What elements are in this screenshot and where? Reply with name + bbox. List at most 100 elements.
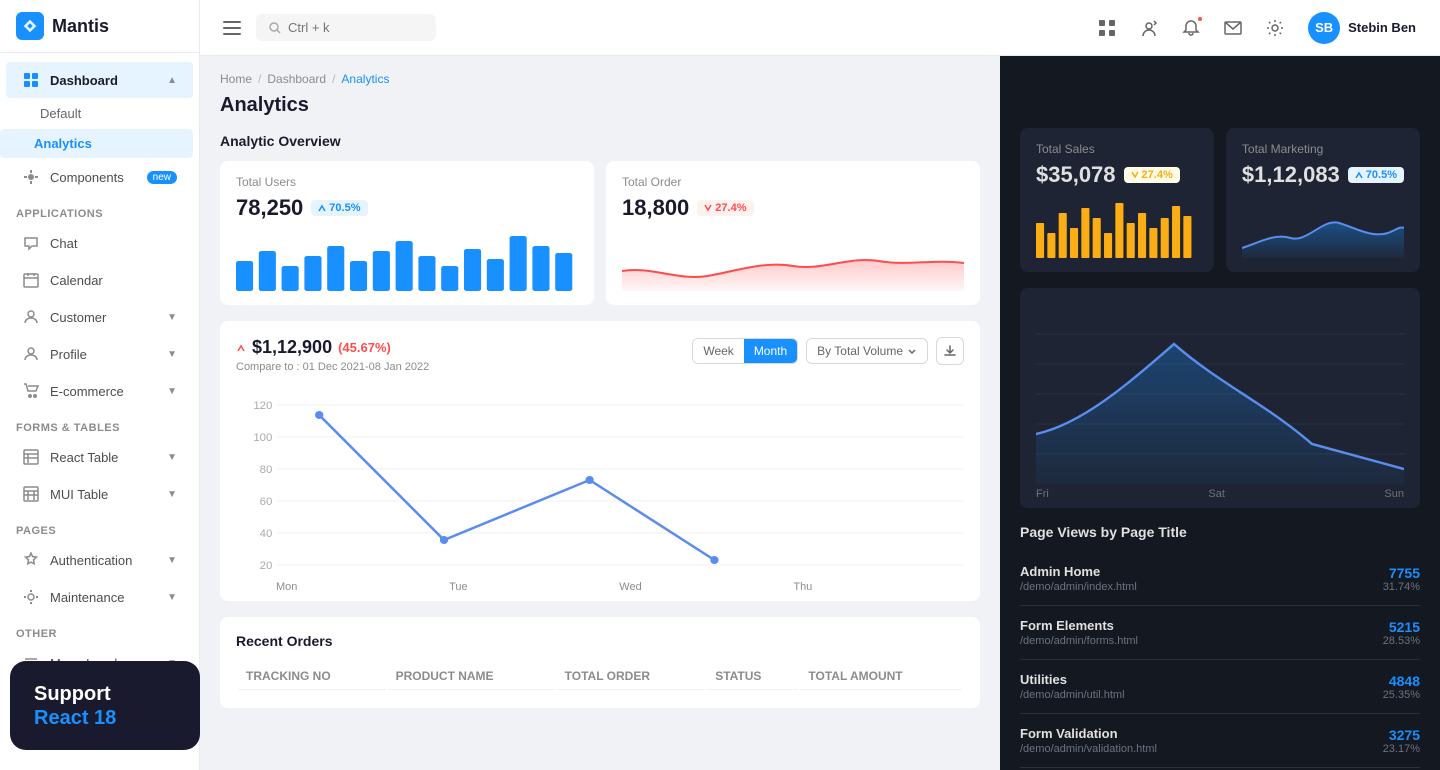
sidebar-item-maintenance[interactable]: Maintenance ▼ <box>6 579 193 615</box>
sidebar-item-profile[interactable]: Profile ▼ <box>6 336 193 372</box>
sidebar-item-chat-label: Chat <box>50 236 77 251</box>
income-info: $1,12,900 (45.67%) Compare to : 01 Dec 2… <box>236 337 429 373</box>
sidebar-item-default[interactable]: Default <box>0 99 199 128</box>
sidebar-item-analytics[interactable]: Analytics <box>0 129 193 158</box>
breadcrumb-home[interactable]: Home <box>220 72 252 86</box>
breadcrumb-sep1: / <box>258 72 261 86</box>
sales-bar-chart <box>1036 198 1198 258</box>
page-views-section: Page Views by Page Title Admin Home /dem… <box>1020 524 1420 770</box>
search-icon <box>268 21 282 35</box>
volume-dropdown[interactable]: By Total Volume <box>806 338 928 364</box>
download-button[interactable] <box>936 337 964 365</box>
menu-toggle-button[interactable] <box>216 12 248 44</box>
topbar-left <box>216 12 436 44</box>
applications-group-label: Applications <box>0 196 199 224</box>
pv-path-0: /demo/admin/index.html <box>1020 581 1383 593</box>
stat-value-row-marketing: $1,12,083 70.5% <box>1242 162 1404 188</box>
pv-title-3: Form Validation <box>1020 726 1383 741</box>
sidebar-item-dashboard-label: Dashboard <box>50 73 118 88</box>
month-btn[interactable]: Month <box>744 339 797 363</box>
pv-count-2: 4848 <box>1383 673 1420 689</box>
pv-item-2: Utilities /demo/admin/util.html 4848 25.… <box>1020 660 1420 714</box>
stat-label-order: Total Order <box>622 175 964 189</box>
week-btn[interactable]: Week <box>693 339 743 363</box>
settings-icon-btn[interactable] <box>1258 11 1292 45</box>
orders-col-tracking: TRACKING NO <box>238 663 386 690</box>
gear-icon <box>1266 19 1284 37</box>
logo-icon <box>16 12 44 40</box>
pv-title-0: Admin Home <box>1020 564 1383 579</box>
content-light: Home / Dashboard / Analytics Analytics A… <box>200 56 1000 770</box>
pv-count-3: 3275 <box>1383 727 1420 743</box>
customer-icon <box>22 308 40 326</box>
breadcrumb: Home / Dashboard / Analytics <box>220 72 980 86</box>
sidebar-item-dashboard[interactable]: Dashboard ▲ <box>6 62 193 98</box>
calendar-icon <box>22 271 40 289</box>
stat-badge-order: 27.4% <box>697 200 753 216</box>
sidebar-item-customer-label: Customer <box>50 310 106 325</box>
pv-title-1: Form Elements <box>1020 618 1383 633</box>
svg-text:60: 60 <box>260 496 273 508</box>
sidebar: Mantis Dashboard ▲ Default Analytics Com… <box>0 0 200 770</box>
pv-title-2: Utilities <box>1020 672 1383 687</box>
sidebar-item-ecommerce[interactable]: E-commerce ▼ <box>6 373 193 409</box>
support-toast-line2: React 18 <box>34 707 176 730</box>
stat-card-order: Total Order 18,800 27.4% <box>606 161 980 305</box>
download-icon <box>944 345 956 357</box>
search-input[interactable] <box>288 20 408 35</box>
breadcrumb-dashboard[interactable]: Dashboard <box>267 72 326 86</box>
sidebar-item-components[interactable]: Components new <box>6 159 193 195</box>
income-amount: $1,12,900 (45.67%) <box>236 337 429 358</box>
sidebar-logo: Mantis <box>0 0 199 53</box>
sidebar-item-analytics-label: Analytics <box>34 136 92 151</box>
react-table-icon <box>22 448 40 466</box>
user-info[interactable]: SB Stebin Ben <box>1300 8 1424 48</box>
apps-icon <box>1098 19 1116 37</box>
components-icon <box>22 168 40 186</box>
messages-icon-btn[interactable] <box>1216 11 1250 45</box>
user-switch-icon-btn[interactable] <box>1132 11 1166 45</box>
trend-up-icon <box>318 204 326 212</box>
forms-tables-group-label: Forms & Tables <box>0 410 199 438</box>
mui-table-arrow: ▼ <box>167 489 177 500</box>
pv-pct-2: 25.35% <box>1383 689 1420 701</box>
sidebar-item-mui-table[interactable]: MUI Table ▼ <box>6 476 193 512</box>
main-area: SB Stebin Ben Home / Dashboard / Analyti… <box>200 0 1440 770</box>
stat-badge-users: 70.5% <box>311 200 367 216</box>
support-toast[interactable]: Support React 18 <box>10 661 200 750</box>
sidebar-item-chat[interactable]: Chat <box>6 225 193 261</box>
sidebar-item-profile-label: Profile <box>50 347 87 362</box>
income-trend-icon <box>236 343 246 353</box>
mail-icon <box>1224 19 1242 37</box>
dropdown-chevron-icon <box>907 346 917 356</box>
support-toast-line1: Support <box>34 681 176 707</box>
apps-icon-btn[interactable] <box>1090 11 1124 45</box>
notifications-icon-btn[interactable] <box>1174 11 1208 45</box>
search-box[interactable] <box>256 14 436 41</box>
income-header: $1,12,900 (45.67%) Compare to : 01 Dec 2… <box>236 337 964 373</box>
users-bar-chart <box>236 231 578 291</box>
pv-path-1: /demo/admin/forms.html <box>1020 635 1383 647</box>
pv-pct-0: 31.74% <box>1383 581 1420 593</box>
svg-text:120: 120 <box>253 400 272 412</box>
pv-pct-3: 23.17% <box>1383 743 1420 755</box>
breadcrumb-current: Analytics <box>341 72 389 86</box>
sidebar-item-react-table-label: React Table <box>50 450 118 465</box>
sidebar-item-customer[interactable]: Customer ▼ <box>6 299 193 335</box>
ecommerce-icon <box>22 382 40 400</box>
dashboard-icon <box>22 71 40 89</box>
income-compare: Compare to : 01 Dec 2021-08 Jan 2022 <box>236 361 429 373</box>
components-badge: new <box>147 171 177 184</box>
sidebar-item-authentication[interactable]: Authentication ▼ <box>6 542 193 578</box>
stat-label-sales: Total Sales <box>1036 142 1198 156</box>
avatar: SB <box>1308 12 1340 44</box>
sidebar-item-react-table[interactable]: React Table ▼ <box>6 439 193 475</box>
sidebar-item-calendar[interactable]: Calendar <box>6 262 193 298</box>
income-controls: Week Month By Total Volume <box>692 337 964 365</box>
page-title: Analytics <box>220 94 980 117</box>
pv-item-0: Admin Home /demo/admin/index.html 7755 3… <box>1020 552 1420 606</box>
orders-col-total-order: TOTAL ORDER <box>557 663 706 690</box>
orders-table: TRACKING NO PRODUCT NAME TOTAL ORDER STA… <box>236 661 964 692</box>
marketing-area-chart <box>1242 198 1404 258</box>
svg-text:20: 20 <box>260 560 273 572</box>
